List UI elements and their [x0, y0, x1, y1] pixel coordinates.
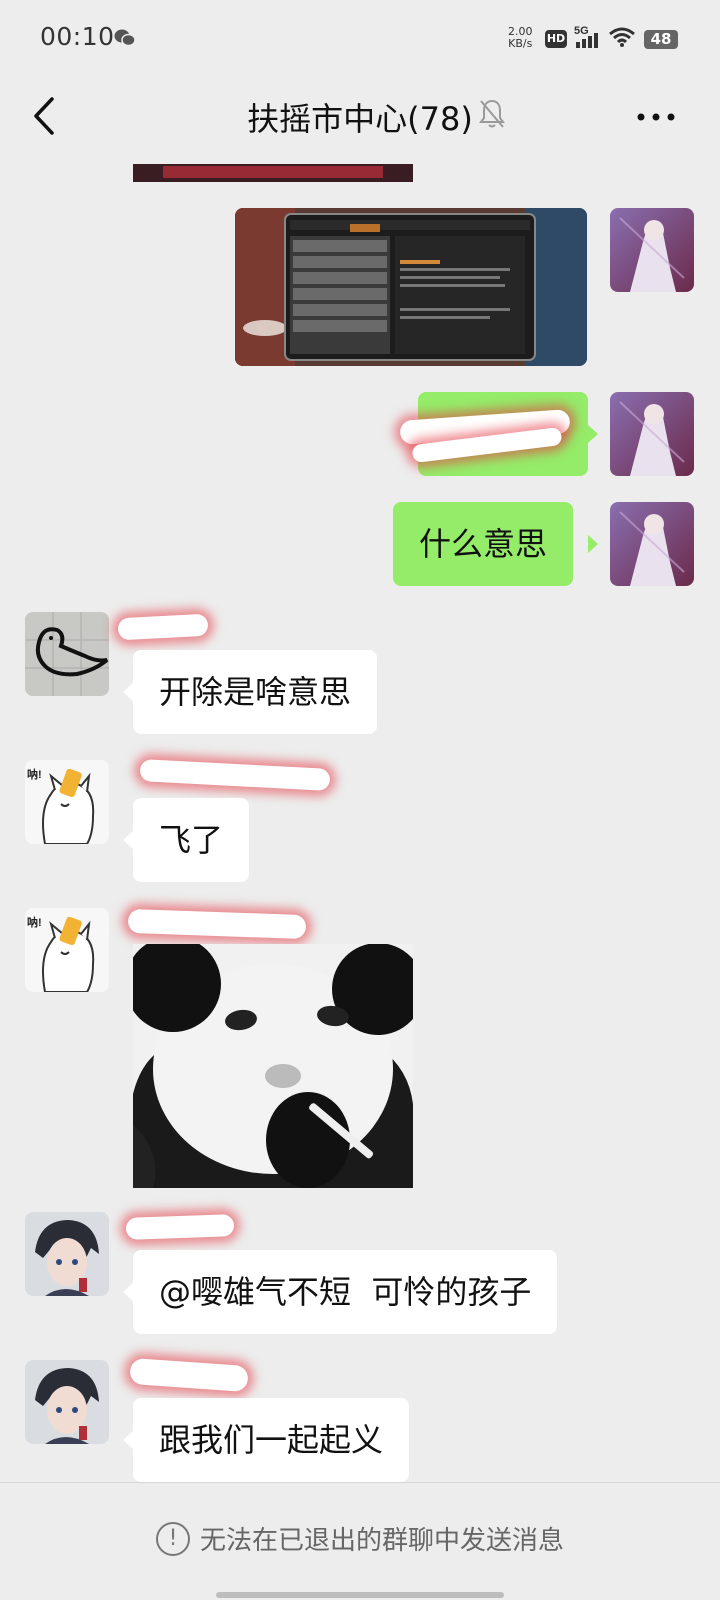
wifi-icon [608, 26, 636, 52]
my-avatar[interactable] [610, 392, 694, 476]
info-icon: ! [155, 1521, 190, 1556]
member-avatar[interactable] [25, 1212, 109, 1296]
message-text: 飞了 [159, 821, 224, 859]
bell-off-icon [478, 98, 506, 134]
outgoing-image-message[interactable] [235, 208, 587, 366]
bubble-tail [123, 683, 133, 701]
svg-text:5G: 5G [574, 25, 589, 37]
home-indicator[interactable] [216, 1592, 504, 1598]
battery-indicator: 48 [644, 30, 678, 49]
incoming-text-message[interactable]: 飞了 [133, 798, 250, 882]
left-group-notice: ! 无法在已退出的群聊中发送消息 [0, 1520, 720, 1557]
previous-image-message[interactable] [133, 164, 413, 182]
message-text: @嘤雄气不短 可怜的孩子 [159, 1273, 532, 1311]
bubble-tail [123, 831, 133, 849]
status-time: 00:10 [40, 22, 115, 51]
redaction-scribble [117, 613, 209, 641]
member-avatar[interactable]: 呐! [25, 908, 109, 992]
bubble-tail [123, 1283, 133, 1301]
hd-badge: HD [545, 30, 567, 48]
my-avatar[interactable] [610, 208, 694, 292]
more-dots-icon [637, 113, 675, 121]
bubble-tail [123, 1431, 133, 1449]
network-speed-unit: KB/s [508, 37, 533, 50]
network-speed: 2.00 KB/s [508, 26, 533, 50]
member-avatar[interactable] [25, 1360, 109, 1444]
chat-title[interactable]: 扶摇市中心(78) [247, 94, 473, 140]
notice-text: 无法在已退出的群聊中发送消息 [199, 1526, 564, 1556]
svg-text:呐!: 呐! [27, 767, 42, 781]
outgoing-text-message[interactable]: 什么意思 [393, 502, 574, 586]
incoming-sticker-message[interactable] [133, 944, 413, 1188]
incoming-text-message[interactable]: 跟我们一起起义 [133, 1398, 410, 1482]
bubble-tail [588, 425, 598, 443]
member-avatar[interactable]: 呐! [25, 760, 109, 844]
my-avatar[interactable] [610, 502, 694, 586]
bubble-tail [588, 535, 598, 553]
incoming-text-message[interactable]: @嘤雄气不短 可怜的孩子 [133, 1250, 558, 1334]
wechat-notification-icon [114, 28, 136, 52]
message-text: 什么意思 [419, 525, 548, 563]
message-text: 开除是啥意思 [159, 673, 352, 711]
more-button[interactable] [636, 108, 676, 127]
signal-5g-icon: 5G [574, 24, 604, 54]
message-text: 跟我们一起起义 [159, 1421, 384, 1459]
redaction-scribble [125, 1214, 235, 1240]
member-avatar[interactable] [25, 612, 109, 696]
incoming-text-message[interactable]: 开除是啥意思 [133, 650, 378, 734]
chat-title-container: 扶摇市中心(78) [0, 94, 720, 140]
bottom-divider [0, 1482, 720, 1483]
svg-text:呐!: 呐! [27, 915, 42, 929]
